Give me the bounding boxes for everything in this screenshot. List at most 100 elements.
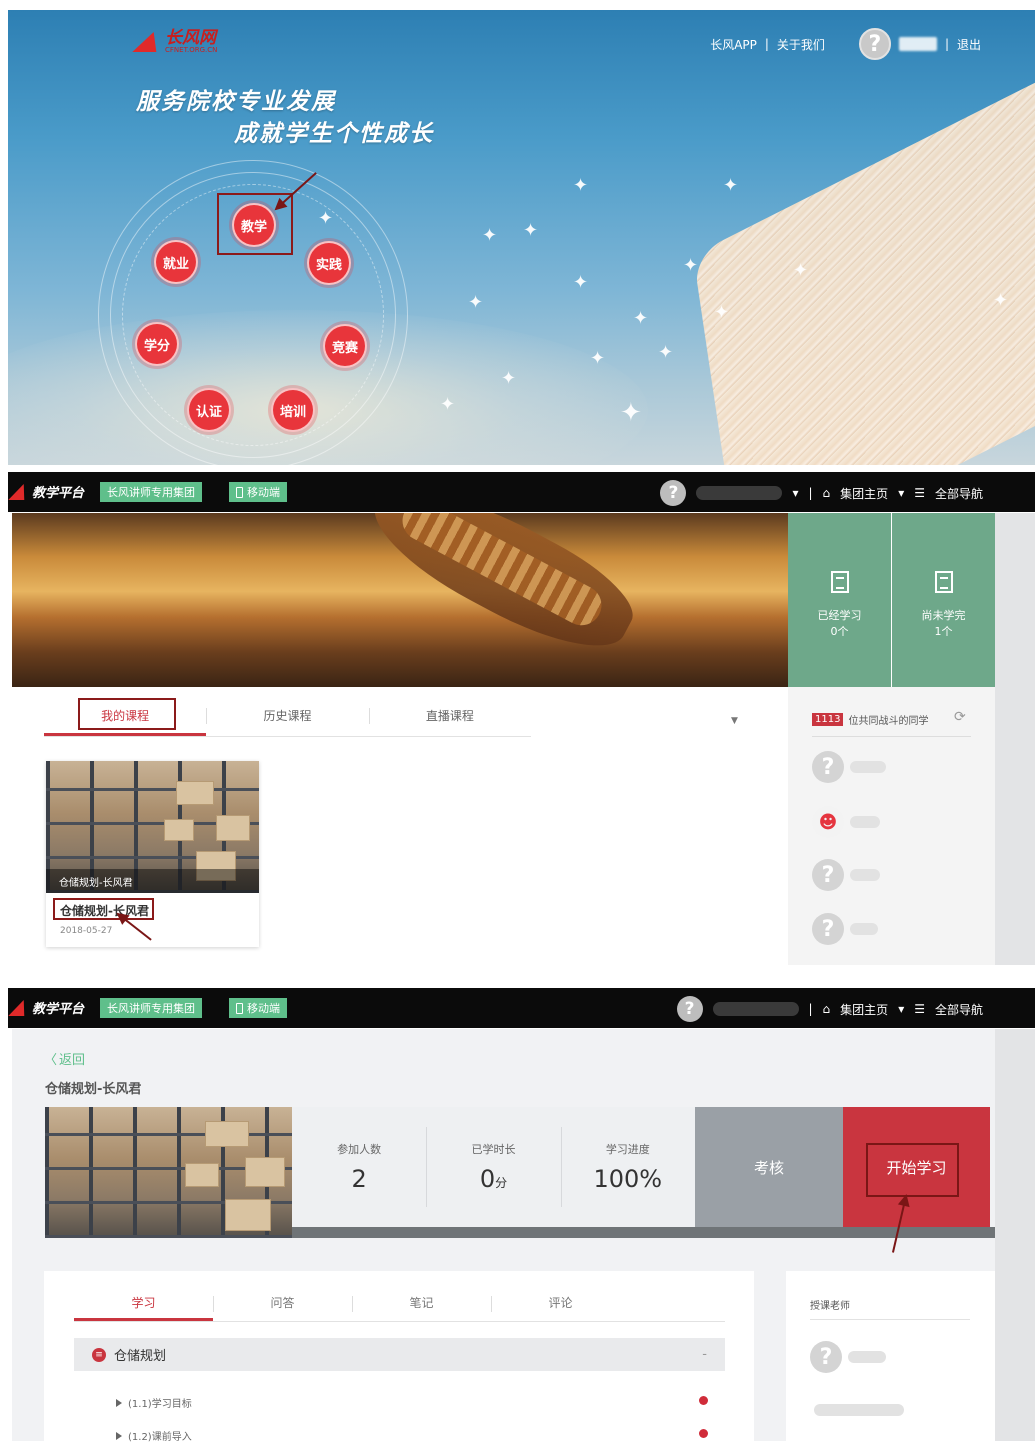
classmate-item[interactable]: ?: [812, 913, 878, 945]
platform-logo[interactable]: 教学平台: [8, 482, 84, 501]
butterfly-icon: ✦: [590, 348, 606, 369]
tab-live-courses[interactable]: 直播课程: [368, 700, 531, 736]
nav-node-contest[interactable]: 竞赛: [323, 324, 367, 368]
classmates-text: 位共同战斗的同学: [848, 716, 929, 727]
course-date: 2018-05-27: [60, 926, 113, 936]
user-avatar[interactable]: ?: [660, 480, 687, 506]
stat-label: 已学时长: [471, 1143, 516, 1156]
scrollbar-track[interactable]: [995, 1029, 1035, 1441]
phone-icon: [236, 1002, 243, 1014]
user-avatar: ?: [810, 1341, 842, 1373]
book-icon: [934, 571, 953, 593]
play-icon: [116, 1398, 122, 1407]
lesson-item[interactable]: (1.1)学习目标: [116, 1395, 192, 1410]
platform-logo[interactable]: 教学平台: [8, 998, 84, 1017]
classmate-item[interactable]: ?: [812, 859, 880, 891]
collapse-toggle[interactable]: -: [702, 1347, 707, 1362]
teacher-item[interactable]: ?: [810, 1341, 886, 1373]
stat-label: 学习进度: [605, 1143, 650, 1156]
progress-strip: [292, 1227, 995, 1238]
group-button[interactable]: 长风讲师专用集团: [100, 998, 202, 1018]
name-redacted: [850, 761, 886, 773]
classmate-item[interactable]: ☻: [812, 806, 880, 838]
teacher-label: 授课老师: [810, 1301, 850, 1312]
group-button[interactable]: 长风讲师专用集团: [100, 482, 202, 502]
butterfly-icon: ✦: [318, 208, 334, 229]
nav-node-credit[interactable]: 学分: [135, 322, 179, 366]
stat-value: 0: [479, 1165, 496, 1193]
content-tabs: 学习 问答 笔记 评论: [74, 1290, 725, 1322]
stat-label: 已经学习: [817, 609, 862, 622]
caret-down-icon[interactable]: ▾: [898, 1002, 904, 1016]
user-avatar[interactable]: ?: [676, 996, 703, 1022]
stat-value: 0个: [830, 625, 849, 638]
classmate-item[interactable]: ?: [812, 751, 886, 783]
chapter-row[interactable]: ≡ 仓储规划 -: [74, 1338, 725, 1371]
butterfly-icon: ✦: [482, 225, 498, 246]
caret-down-icon[interactable]: ▾: [898, 486, 904, 500]
butterfly-icon: ✦: [793, 260, 809, 281]
stat-unfinished: 尚未学完 1个: [892, 513, 995, 687]
course-thumbnail: 仓储规划-长风君: [46, 761, 259, 893]
play-icon: [116, 1431, 122, 1440]
butterfly-icon: ✦: [723, 175, 739, 196]
nav-node-job[interactable]: 就业: [154, 240, 198, 284]
tab-qa[interactable]: 问答: [213, 1290, 352, 1321]
mobile-button-label: 移动端: [247, 1002, 280, 1015]
caret-down-icon[interactable]: ▾: [792, 486, 798, 500]
status-dot: [699, 1429, 708, 1438]
course-content-card: 学习 问答 笔记 评论 ≡ 仓储规划 - (1.1)学习目标 (1.2)课前导入: [44, 1271, 754, 1443]
home-icon: ⌂: [822, 486, 831, 500]
user-avatar[interactable]: ?: [858, 28, 891, 60]
group-home-link[interactable]: 集团主页: [840, 1001, 888, 1018]
stat-value: 1个: [934, 625, 953, 638]
butterfly-icon: ✦: [714, 302, 730, 323]
exam-button[interactable]: 考核: [695, 1107, 843, 1227]
hero-banner: 长风网 CFNET.ORG.CN 服务院校专业发展 成就学生个性成长 长风APP…: [8, 10, 1035, 465]
refresh-icon[interactable]: ⟳: [954, 709, 966, 725]
app-link[interactable]: 长风APP: [710, 36, 757, 53]
logout-link[interactable]: 退出: [957, 36, 981, 53]
mobile-button[interactable]: 移动端: [229, 482, 287, 502]
butterfly-icon: ✦: [523, 220, 539, 241]
tab-notes[interactable]: 笔记: [352, 1290, 491, 1321]
course-stats-panel: 参加人数 2 已学时长 0分 学习进度 100%: [292, 1107, 695, 1227]
open-book-image: [693, 75, 1035, 465]
logo-mark-icon: [135, 30, 161, 54]
mobile-button[interactable]: 移动端: [229, 998, 287, 1018]
slogan-line-2: 成就学生个性成长: [234, 120, 434, 147]
back-link[interactable]: 〈 返回: [44, 1049, 85, 1068]
platform-topbar: 教学平台 长风讲师专用集团 移动端 ? | ⌂ 集团主页 ▾ ☰ 全部导航: [8, 988, 1035, 1028]
username-redacted: [712, 1002, 799, 1016]
stat-study-time: 已学时长 0分: [426, 1107, 560, 1227]
phone-icon: [236, 486, 243, 498]
topbar-user-area: ? | ⌂ 集团主页 ▾ ☰ 全部导航: [676, 996, 983, 1022]
highlight-box: [866, 1143, 959, 1197]
about-link[interactable]: 关于我们: [777, 36, 825, 53]
menu-icon: ☰: [914, 1002, 925, 1016]
tab-history-courses[interactable]: 历史课程: [206, 700, 368, 736]
nav-node-train[interactable]: 培训: [271, 388, 315, 432]
butterfly-icon: ✦: [573, 272, 589, 293]
stat-unit: 分: [495, 1176, 508, 1190]
tab-comments[interactable]: 评论: [491, 1290, 630, 1321]
site-logo[interactable]: 长风网 CFNET.ORG.CN: [135, 30, 217, 55]
name-redacted: [848, 1351, 886, 1363]
tab-study[interactable]: 学习: [74, 1290, 213, 1321]
dropdown-caret-icon[interactable]: ▼: [731, 716, 738, 726]
name-redacted: [850, 923, 878, 935]
thumbnail-title: 仓储规划-长风君: [59, 878, 133, 889]
back-label: 返回: [59, 1053, 86, 1068]
chevron-left-icon: 〈: [44, 1053, 58, 1068]
group-home-link[interactable]: 集团主页: [840, 485, 888, 502]
topbar-separator: |: [808, 1002, 813, 1016]
stat-progress: 学习进度 100%: [560, 1107, 695, 1227]
nav-node-cert[interactable]: 认证: [187, 388, 231, 432]
all-nav-link[interactable]: 全部导航: [935, 1001, 983, 1018]
scrollbar-track[interactable]: [995, 513, 1035, 965]
lesson-title: (1.1)学习目标: [128, 1399, 192, 1410]
stat-learned: 已经学习 0个: [788, 513, 891, 687]
nav-node-practice[interactable]: 实践: [307, 241, 351, 285]
all-nav-link[interactable]: 全部导航: [935, 485, 983, 502]
logo-mark-icon: [8, 999, 32, 1016]
